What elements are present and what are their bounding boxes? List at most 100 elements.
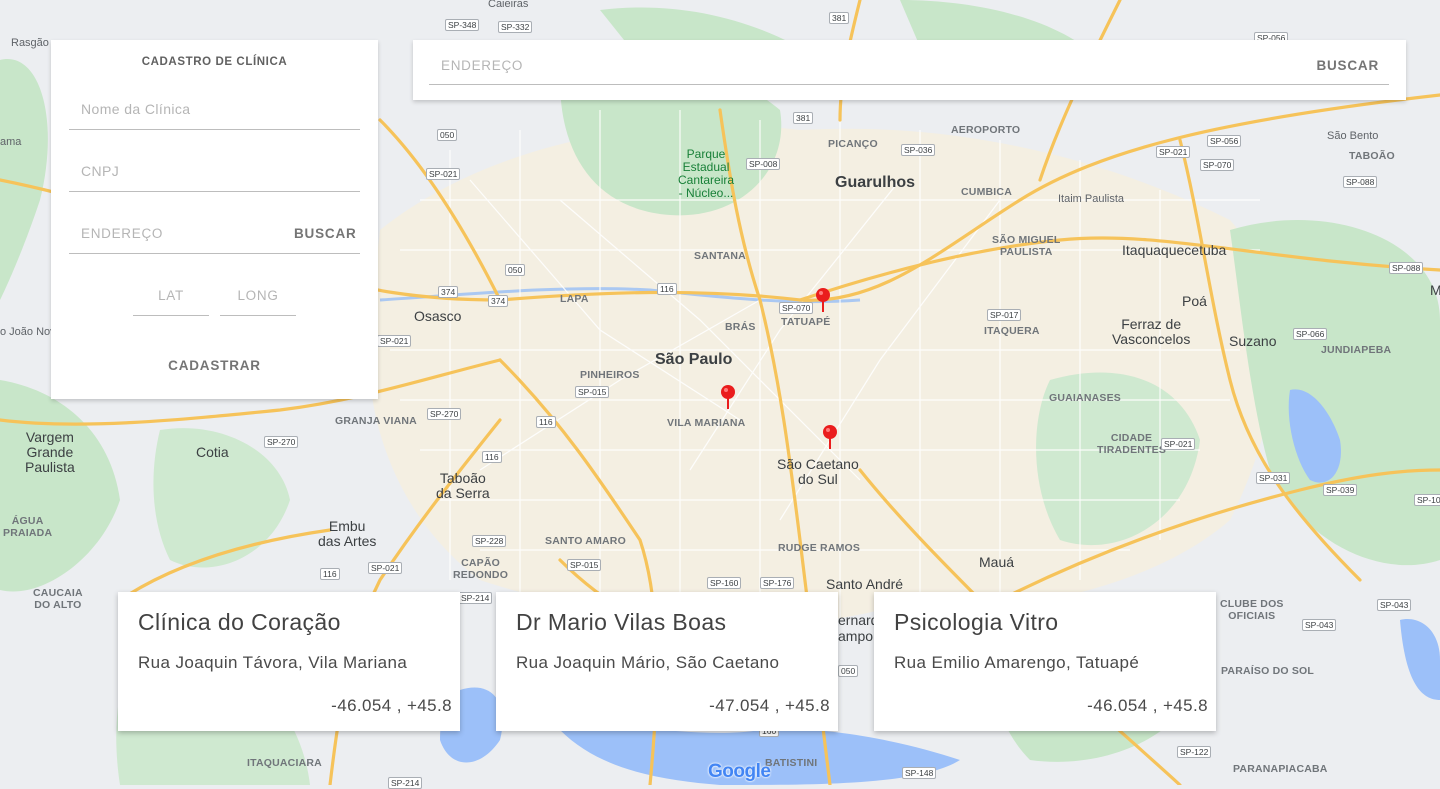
address-search-button[interactable]: BUSCAR: [294, 226, 357, 241]
highway-shield: SP-036: [901, 144, 936, 156]
map-marker-pin-tatuape[interactable]: [815, 287, 831, 313]
map-label-maua: Mauá: [979, 554, 1015, 570]
map-label-santana: SANTANA: [694, 250, 746, 262]
map-label-paranapiacaba: PARANAPIACABA: [1233, 763, 1328, 775]
highway-shield: 381: [793, 112, 814, 124]
map-label-ama: ama: [0, 136, 22, 148]
highway-shield: SP-148: [902, 767, 937, 779]
map-label-agua-praiada: ÁGUA PRAIADA: [3, 515, 53, 539]
highway-shield: SP-021: [368, 562, 403, 574]
clinic-card[interactable]: Dr Mario Vilas Boas Rua Joaquin Mário, S…: [496, 592, 838, 731]
highway-shield: SP-056: [1207, 135, 1242, 147]
map-label-tatuape: TATUAPÉ: [781, 316, 831, 328]
map-label-campo: ampo: [838, 628, 874, 644]
highway-shield: SP-043: [1377, 599, 1412, 611]
search-button[interactable]: BUSCAR: [1316, 58, 1379, 73]
highway-shield: SP-088: [1343, 176, 1378, 188]
clinic-name-field: [69, 88, 360, 130]
highway-shield: SP-066: [1293, 328, 1328, 340]
clinic-name: Dr Mario Vilas Boas: [516, 609, 727, 635]
clinic-name: Psicologia Vitro: [894, 609, 1059, 635]
map-label-sao-caetano: São Caetano do Sul: [777, 456, 859, 487]
map-label-guaianases: GUAIANASES: [1049, 392, 1122, 404]
highway-shield: 116: [657, 283, 677, 295]
highway-shield: SP-015: [567, 559, 602, 571]
lat-input[interactable]: [133, 274, 209, 315]
map-label-aeroporto: AEROPORTO: [951, 124, 1021, 136]
map-label-rudge-ramos: RUDGE RAMOS: [778, 542, 861, 554]
map-label-itaquera: ITAQUERA: [984, 325, 1040, 337]
highway-shield: SP-088: [1389, 262, 1424, 274]
clinic-address: Rua Joaquin Mário, São Caetano: [516, 653, 780, 672]
map-label-sao-bento: São Bento: [1327, 130, 1379, 142]
highway-shield: SP-039: [1323, 484, 1358, 496]
highway-shield: SP-031: [1256, 472, 1291, 484]
clinic-name: Clínica do Coração: [138, 609, 341, 635]
map-label-cidade-tiradentes: CIDADE TIRADENTES: [1097, 432, 1167, 456]
map-label-granja-viana: GRANJA VIANA: [335, 415, 417, 427]
highway-shield: 050: [505, 264, 526, 276]
map-label-lapa: LAPA: [560, 293, 589, 305]
map-label-m-edge: M: [1430, 282, 1440, 298]
map-label-suzano: Suzano: [1229, 333, 1277, 349]
map-label-itaquaquecetuba: Itaquaquecetuba: [1122, 242, 1227, 258]
highway-shield: SP-021: [1156, 146, 1191, 158]
highway-shield: SP-176: [760, 577, 795, 589]
address-search-bar: BUSCAR: [413, 40, 1406, 100]
map-label-jundiapeba: JUNDIAPEBA: [1321, 344, 1392, 356]
highway-shield: SP-214: [388, 777, 423, 789]
highway-shield: SP-070: [1200, 159, 1235, 171]
highway-shield: SP-270: [264, 436, 299, 448]
long-input[interactable]: [220, 274, 296, 315]
map-label-poa: Poá: [1182, 293, 1207, 309]
map-label-osasco: Osasco: [414, 308, 462, 324]
map-label-cumbica: CUMBICA: [961, 186, 1012, 198]
clinic-registration-form: CADASTRO DE CLÍNICA BUSCAR CADASTRAR: [51, 40, 378, 399]
highway-shield: 050: [838, 665, 859, 677]
highway-shield: SP-021: [426, 168, 461, 180]
clinic-card[interactable]: Clínica do Coração Rua Joaquin Távora, V…: [118, 592, 460, 731]
search-input[interactable]: [429, 46, 1389, 84]
map-label-guarulhos: Guarulhos: [835, 174, 916, 191]
map-label-cotia: Cotia: [196, 444, 229, 460]
map-label-pinheiros: PINHEIROS: [580, 369, 640, 381]
map-marker-pin-sao-caetano[interactable]: [822, 424, 838, 450]
clinic-coordinates: -47.054 , +45.8: [709, 696, 830, 715]
map-label-bras: BRÁS: [725, 321, 756, 333]
clinic-coordinates: -46.054 , +45.8: [331, 696, 452, 715]
map-label-taboao-serra: Taboão da Serra: [436, 470, 490, 501]
map-label-capao-redondo: CAPÃO REDONDO: [453, 557, 509, 581]
highway-shield: SP-021: [377, 335, 412, 347]
highway-shield: SP-017: [987, 309, 1022, 321]
map-label-embu: Embu das Artes: [318, 518, 377, 549]
cnpj-field: [69, 150, 360, 192]
map-label-santo-amaro: SANTO AMARO: [545, 535, 626, 547]
map-label-caieiras: Caieiras: [488, 0, 529, 10]
map-label-itaim-paulista: Itaim Paulista: [1058, 193, 1125, 205]
clinic-address: Rua Emilio Amarengo, Tatuapé: [894, 653, 1140, 672]
highway-shield: SP-214: [458, 592, 493, 604]
map-label-santo-andre: Santo André: [826, 576, 904, 592]
map-label-taboao-north: TABOÃO: [1349, 150, 1395, 162]
map-label-parque-cantareira: Parque Estadual Cantareira - Núcleo...: [678, 147, 735, 200]
highway-shield: 116: [320, 568, 340, 580]
map-marker-pin-vila-mariana[interactable]: [720, 384, 736, 410]
highway-shield: SP-021: [1161, 438, 1196, 450]
highway-shield: SP-008: [746, 158, 781, 170]
map-label-itaquaciara: ITAQUACIARA: [247, 757, 322, 769]
map-label-vargem-grande: Vargem Grande Paulista: [25, 429, 75, 475]
clinic-card[interactable]: Psicologia Vitro Rua Emilio Amarengo, Ta…: [874, 592, 1216, 731]
map-label-sao-miguel: SÃO MIGUEL PAULISTA: [992, 234, 1061, 258]
map-label-batistini: BATISTINI: [765, 757, 818, 769]
highway-shield: SP-10: [1414, 494, 1440, 506]
register-button[interactable]: CADASTRAR: [51, 358, 378, 373]
map-label-rasgao: Rasgão: [11, 37, 49, 49]
highway-shield: SP-043: [1302, 619, 1337, 631]
highway-shield: 116: [482, 451, 502, 463]
highway-shield: SP-070: [779, 302, 814, 314]
highway-shield: 381: [829, 12, 850, 24]
cnpj-input[interactable]: [69, 150, 360, 191]
clinic-name-input[interactable]: [69, 88, 360, 129]
highway-shield: SP-228: [472, 535, 507, 547]
map-label-bernardo: ernard: [838, 612, 879, 628]
